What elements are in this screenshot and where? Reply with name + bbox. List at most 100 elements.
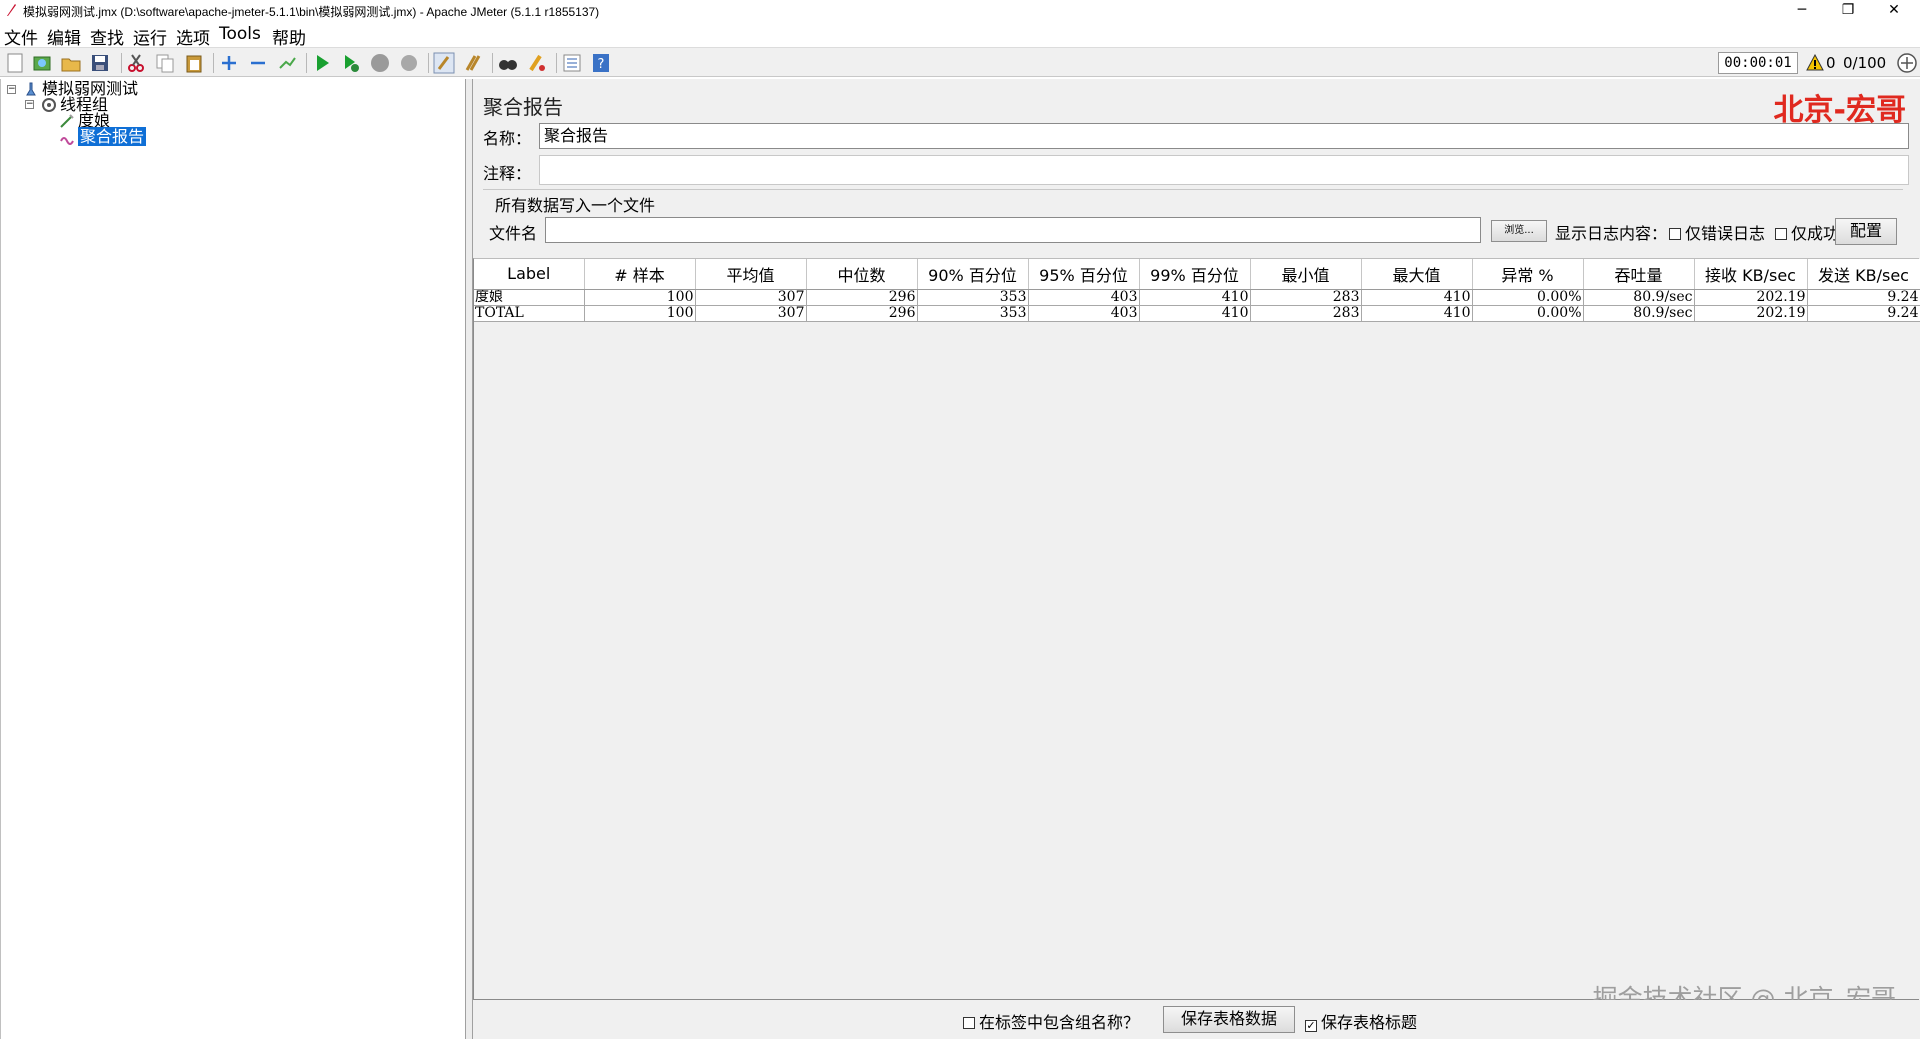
cut-icon[interactable]: [125, 52, 147, 74]
table-row[interactable]: TOTAL 100 307 296 353 403 410 283 410 0.00% 80.9/s…: [474, 305, 1920, 322]
table-column-header[interactable]: # 样本: [584, 259, 696, 290]
table-cell: 283: [1250, 289, 1362, 306]
save-header-label: 保存表格标题: [1321, 1013, 1418, 1032]
save-icon[interactable]: [89, 52, 111, 74]
table-column-header[interactable]: 接收 KB/sec: [1694, 259, 1808, 290]
reset-search-icon[interactable]: [526, 52, 548, 74]
collapse-icon[interactable]: [247, 52, 269, 74]
new-icon[interactable]: [4, 52, 26, 74]
listener-icon: [60, 137, 74, 145]
errors-only-checkbox[interactable]: 仅错误日志: [1669, 220, 1765, 244]
include-group-label: 在标签中包含组名称？: [979, 1013, 1140, 1032]
window-title: 模拟弱网测试.jmx (D:\software\apache-jmeter-5.…: [23, 5, 600, 19]
results-table: Label # 样本 平均值 中位数 90% 百分位 95% 百分位 99% 百分位 最小值最…: [474, 259, 1920, 322]
paste-icon[interactable]: [183, 52, 205, 74]
table-column-header[interactable]: 中位数: [806, 259, 918, 290]
table-row[interactable]: 度娘 100 307 296 353 403 410 283 410 0.00% 80.9/sec 2…: [474, 289, 1920, 306]
restore-button[interactable]: ❐: [1826, 0, 1870, 22]
table-cell: 353: [917, 305, 1029, 322]
success-only-box[interactable]: [1775, 228, 1787, 240]
warning-icon[interactable]: [1806, 54, 1824, 72]
name-label: 名称：: [483, 129, 532, 148]
shutdown-icon[interactable]: [398, 52, 420, 74]
tree-expander-thread-group[interactable]: −: [25, 100, 34, 109]
table-cell: 307: [695, 289, 807, 306]
save-table-data-button[interactable]: 保存表格数据: [1163, 1006, 1295, 1033]
results-table-area: Label # 样本 平均值 中位数 90% 百分位 95% 百分位 99% 百分位 最小值最…: [473, 258, 1920, 1000]
menu-run[interactable]: 运行: [133, 24, 167, 49]
toggle-icon[interactable]: [276, 52, 298, 74]
comment-label: 注释：: [483, 164, 532, 183]
tree-expander-root[interactable]: −: [7, 85, 16, 94]
table-cell: 0.00%: [1472, 289, 1584, 306]
menu-options[interactable]: 选项: [176, 24, 210, 49]
minimize-button[interactable]: ─: [1780, 0, 1824, 22]
remote-status-icon: [1897, 53, 1917, 73]
menu-help[interactable]: 帮助: [272, 24, 306, 49]
expand-icon[interactable]: [218, 52, 240, 74]
copy-icon[interactable]: [154, 52, 176, 74]
help-icon[interactable]: ?: [590, 52, 612, 74]
table-cell: 80.9/sec: [1583, 289, 1695, 306]
name-field[interactable]: 聚合报告: [539, 123, 1909, 149]
table-cell: 296: [806, 289, 918, 306]
table-column-header[interactable]: Label: [474, 259, 585, 290]
start-icon[interactable]: [311, 52, 333, 74]
menu-edit[interactable]: 编辑: [47, 24, 81, 49]
panel-title: 聚合报告: [483, 95, 563, 119]
open-icon[interactable]: [60, 52, 82, 74]
errors-only-box[interactable]: [1669, 228, 1681, 240]
stop-icon[interactable]: [369, 52, 391, 74]
clear-all-icon[interactable]: [462, 52, 484, 74]
include-group-box[interactable]: [963, 1017, 975, 1029]
table-cell: 9.24: [1807, 305, 1920, 322]
table-cell: 403: [1028, 305, 1140, 322]
http-sampler-icon: [60, 114, 74, 128]
table-cell: 202.19: [1694, 305, 1808, 322]
table-column-header[interactable]: 90% 百分位: [917, 259, 1029, 290]
table-column-header[interactable]: 最小值: [1250, 259, 1362, 290]
browse-button[interactable]: 浏览...: [1491, 220, 1547, 242]
menu-search[interactable]: 查找: [90, 24, 124, 49]
table-cell: 410: [1139, 305, 1251, 322]
filename-field[interactable]: [545, 217, 1481, 243]
table-column-header[interactable]: 发送 KB/sec: [1807, 259, 1920, 290]
table-cell: 0.00%: [1472, 305, 1584, 322]
table-cell: 80.9/sec: [1583, 305, 1695, 322]
table-cell: 403: [1028, 289, 1140, 306]
table-column-header[interactable]: 吞吐量: [1583, 259, 1695, 290]
filename-label: 文件名: [489, 224, 538, 243]
errors-only-label: 仅错误日志: [1685, 224, 1766, 243]
file-group-title: 所有数据写入一个文件: [493, 192, 658, 216]
thread-group-icon: [42, 98, 56, 112]
log-display-label: 显示日志内容：: [1555, 224, 1668, 243]
table-column-header[interactable]: 平均值: [695, 259, 807, 290]
configure-button[interactable]: 配置: [1835, 218, 1897, 245]
save-header-checkbox[interactable]: ✓ 保存表格标题: [1305, 1009, 1417, 1033]
table-column-header[interactable]: 异常 %: [1472, 259, 1584, 290]
tree-label-listener: 聚合报告: [78, 127, 147, 146]
function-helper-icon[interactable]: [561, 52, 583, 74]
table-cell: 410: [1139, 289, 1251, 306]
table-cell: 9.24: [1807, 289, 1920, 306]
table-cell: 度娘: [474, 289, 585, 306]
tree-node-listener[interactable]: 聚合报告: [59, 127, 147, 146]
table-cell: 202.19: [1694, 289, 1808, 306]
clear-icon[interactable]: [433, 52, 455, 74]
close-button[interactable]: ✕: [1872, 0, 1916, 22]
table-column-header[interactable]: 最大值: [1361, 259, 1473, 290]
menu-file[interactable]: 文件: [4, 24, 38, 49]
templates-icon[interactable]: [31, 52, 53, 74]
table-column-header[interactable]: 95% 百分位: [1028, 259, 1140, 290]
menu-tools[interactable]: Tools: [219, 24, 261, 44]
warning-count: 0: [1826, 54, 1836, 72]
include-group-checkbox[interactable]: 在标签中包含组名称？: [963, 1009, 1139, 1033]
title-bar: 模拟弱网测试.jmx (D:\software\apache-jmeter-5.…: [0, 0, 1920, 22]
jmeter-feather-icon: [7, 4, 16, 16]
start-no-pause-icon[interactable]: [340, 52, 362, 74]
search-icon[interactable]: [497, 52, 519, 74]
table-cell: 307: [695, 305, 807, 322]
table-column-header[interactable]: 99% 百分位: [1139, 259, 1251, 290]
save-header-box[interactable]: ✓: [1305, 1020, 1317, 1032]
comment-field[interactable]: [539, 155, 1909, 185]
